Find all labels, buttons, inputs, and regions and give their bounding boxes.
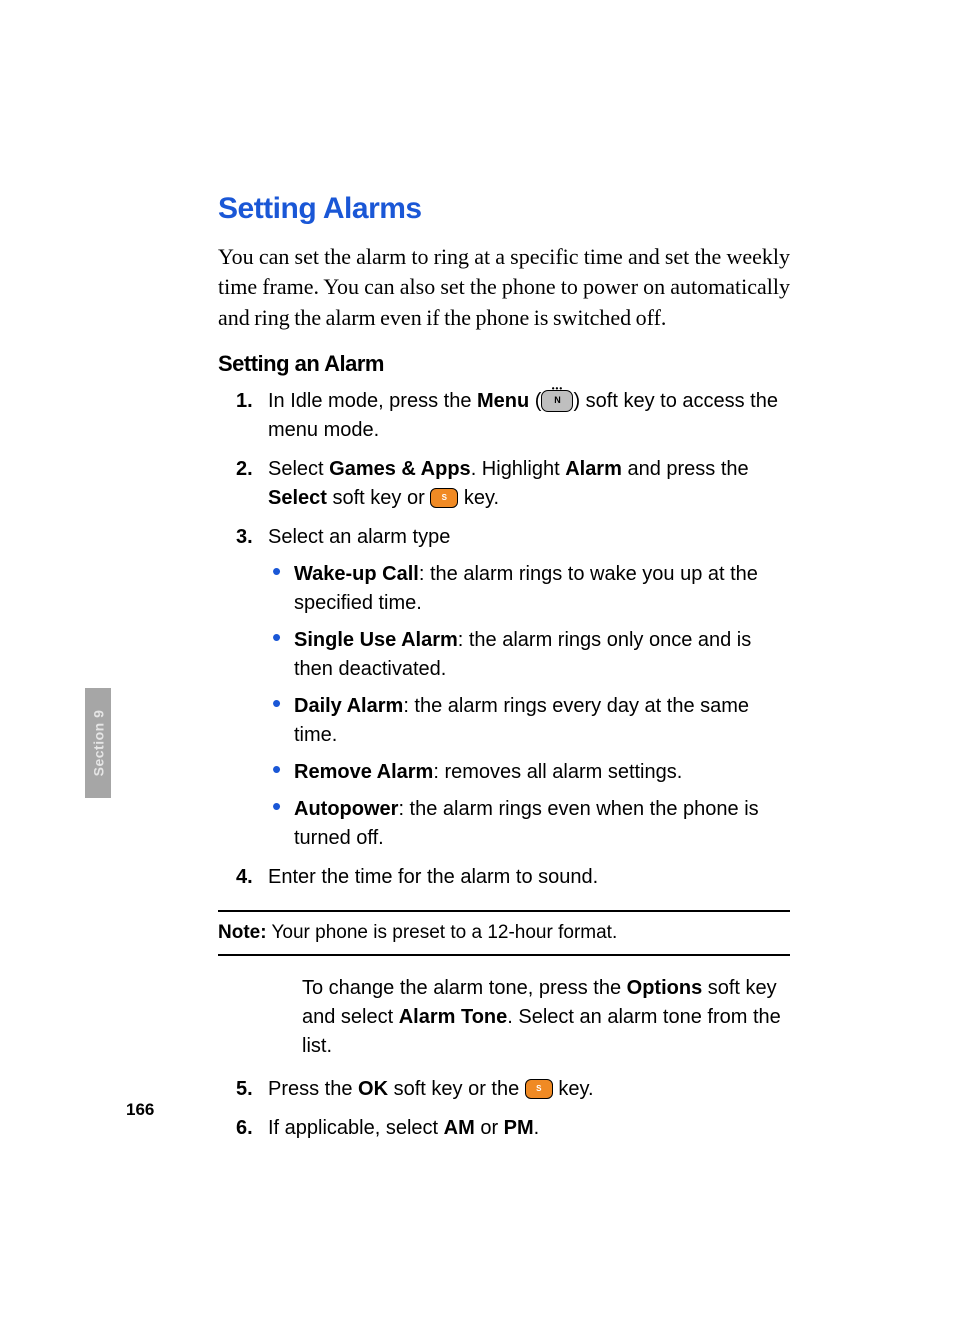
note-label: Note: <box>218 922 267 943</box>
menu-key-icon: N <box>541 390 573 412</box>
step-6: 6. If applicable, select AM or PM. <box>268 1114 790 1143</box>
step-1: 1. In Idle mode, press the Menu (N) soft… <box>268 387 790 445</box>
subheading: Setting an Alarm <box>218 351 790 377</box>
alarm-type-list: Wake-up Call: the alarm rings to wake yo… <box>268 560 790 853</box>
note-text: Your phone is preset to a 12-hour format… <box>267 922 618 943</box>
section-tab-label: Section 9 <box>90 710 106 777</box>
ok-key-icon: S <box>430 488 458 508</box>
note-block: Note: Your phone is preset to a 12-hour … <box>218 910 790 956</box>
bullet-single-use: Single Use Alarm: the alarm rings only o… <box>272 626 790 684</box>
page-number: 166 <box>126 1100 154 1120</box>
page-title: Setting Alarms <box>218 192 790 226</box>
step-number: 3. <box>236 523 253 552</box>
content-area: Setting Alarms You can set the alarm to … <box>218 192 790 1153</box>
steps-list: 1. In Idle mode, press the Menu (N) soft… <box>218 387 790 892</box>
bullet-daily: Daily Alarm: the alarm rings every day a… <box>272 692 790 750</box>
intro-paragraph: You can set the alarm to ring at a speci… <box>218 242 790 333</box>
bullet-remove: Remove Alarm: removes all alarm settings… <box>272 758 790 787</box>
step-number: 6. <box>236 1114 253 1143</box>
bullet-wakeup: Wake-up Call: the alarm rings to wake yo… <box>272 560 790 618</box>
step-4: 4. Enter the time for the alarm to sound… <box>268 863 790 892</box>
page: Section 9 Setting Alarms You can set the… <box>0 0 954 1319</box>
steps-list-continued: 5. Press the OK soft key or the S key. 6… <box>218 1075 790 1143</box>
section-tab: Section 9 <box>85 688 111 798</box>
step-number: 5. <box>236 1075 253 1104</box>
ok-key-icon: S <box>525 1079 553 1099</box>
step-3: 3. Select an alarm type Wake-up Call: th… <box>268 523 790 853</box>
step-2: 2. Select Games & Apps. Highlight Alarm … <box>268 455 790 513</box>
bullet-autopower: Autopower: the alarm rings even when the… <box>272 795 790 853</box>
step-number: 1. <box>236 387 253 416</box>
continuation-paragraph: To change the alarm tone, press the Opti… <box>302 974 790 1061</box>
step-number: 4. <box>236 863 253 892</box>
step-number: 2. <box>236 455 253 484</box>
step-5: 5. Press the OK soft key or the S key. <box>268 1075 790 1104</box>
